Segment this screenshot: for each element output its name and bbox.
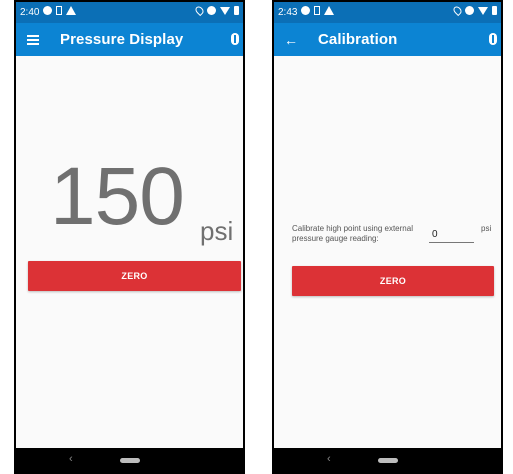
status-time: 2:40 — [20, 7, 40, 18]
sync-icon — [465, 6, 474, 15]
system-nav-bar: ‹ — [16, 448, 243, 472]
bluetooth-icon — [231, 33, 239, 45]
sync-icon — [207, 6, 216, 15]
menu-icon — [27, 35, 39, 45]
bluetooth-button[interactable] — [229, 31, 241, 47]
phone-screen-calibration: 2:43 ← Calibration Calibrate high point … — [272, 0, 503, 474]
page-title: Pressure Display — [60, 31, 184, 48]
pressure-reading-unit: psi — [200, 216, 234, 246]
status-bar: 2:43 — [274, 2, 501, 23]
warning-icon — [324, 6, 334, 15]
pressure-reading-value: 150 — [50, 151, 185, 242]
sim-icon — [56, 6, 62, 15]
warning-icon — [66, 6, 76, 15]
app-bar: Pressure Display — [16, 23, 243, 56]
location-icon — [451, 4, 464, 17]
nav-back-icon[interactable]: ‹ — [69, 453, 73, 465]
calibration-label: Calibrate high point using external pres… — [292, 224, 413, 243]
zero-button[interactable]: ZERO — [292, 266, 494, 296]
sim-icon — [314, 6, 320, 15]
back-button[interactable]: ← — [280, 29, 302, 51]
status-bar: 2:40 — [16, 2, 243, 23]
back-arrow-icon: ← — [284, 32, 298, 48]
location-icon — [193, 4, 206, 17]
status-app-icon — [43, 6, 52, 15]
calibration-unit: psi — [481, 224, 492, 233]
phone-screen-pressure-display: 2:40 Pressure Display 150 psi ZERO ‹ — [14, 0, 245, 474]
system-nav-bar: ‹ — [274, 448, 501, 472]
page-title: Calibration — [318, 31, 398, 48]
status-app-icon — [301, 6, 310, 15]
zero-button[interactable]: ZERO — [28, 261, 241, 291]
battery-icon — [234, 6, 239, 15]
wifi-icon — [220, 6, 230, 15]
pressure-content: 150 psi ZERO — [16, 56, 243, 448]
app-bar: ← Calibration — [274, 23, 501, 56]
battery-icon — [492, 6, 497, 15]
nav-home-icon[interactable] — [378, 458, 398, 463]
bluetooth-icon — [489, 33, 497, 45]
status-time: 2:43 — [278, 7, 298, 18]
bluetooth-button[interactable] — [487, 31, 499, 47]
calibration-input[interactable] — [429, 227, 474, 243]
wifi-icon — [478, 6, 488, 15]
nav-home-icon[interactable] — [120, 458, 140, 463]
calibration-content: Calibrate high point using external pres… — [274, 56, 501, 448]
menu-button[interactable] — [22, 29, 44, 51]
nav-back-icon[interactable]: ‹ — [327, 453, 331, 465]
